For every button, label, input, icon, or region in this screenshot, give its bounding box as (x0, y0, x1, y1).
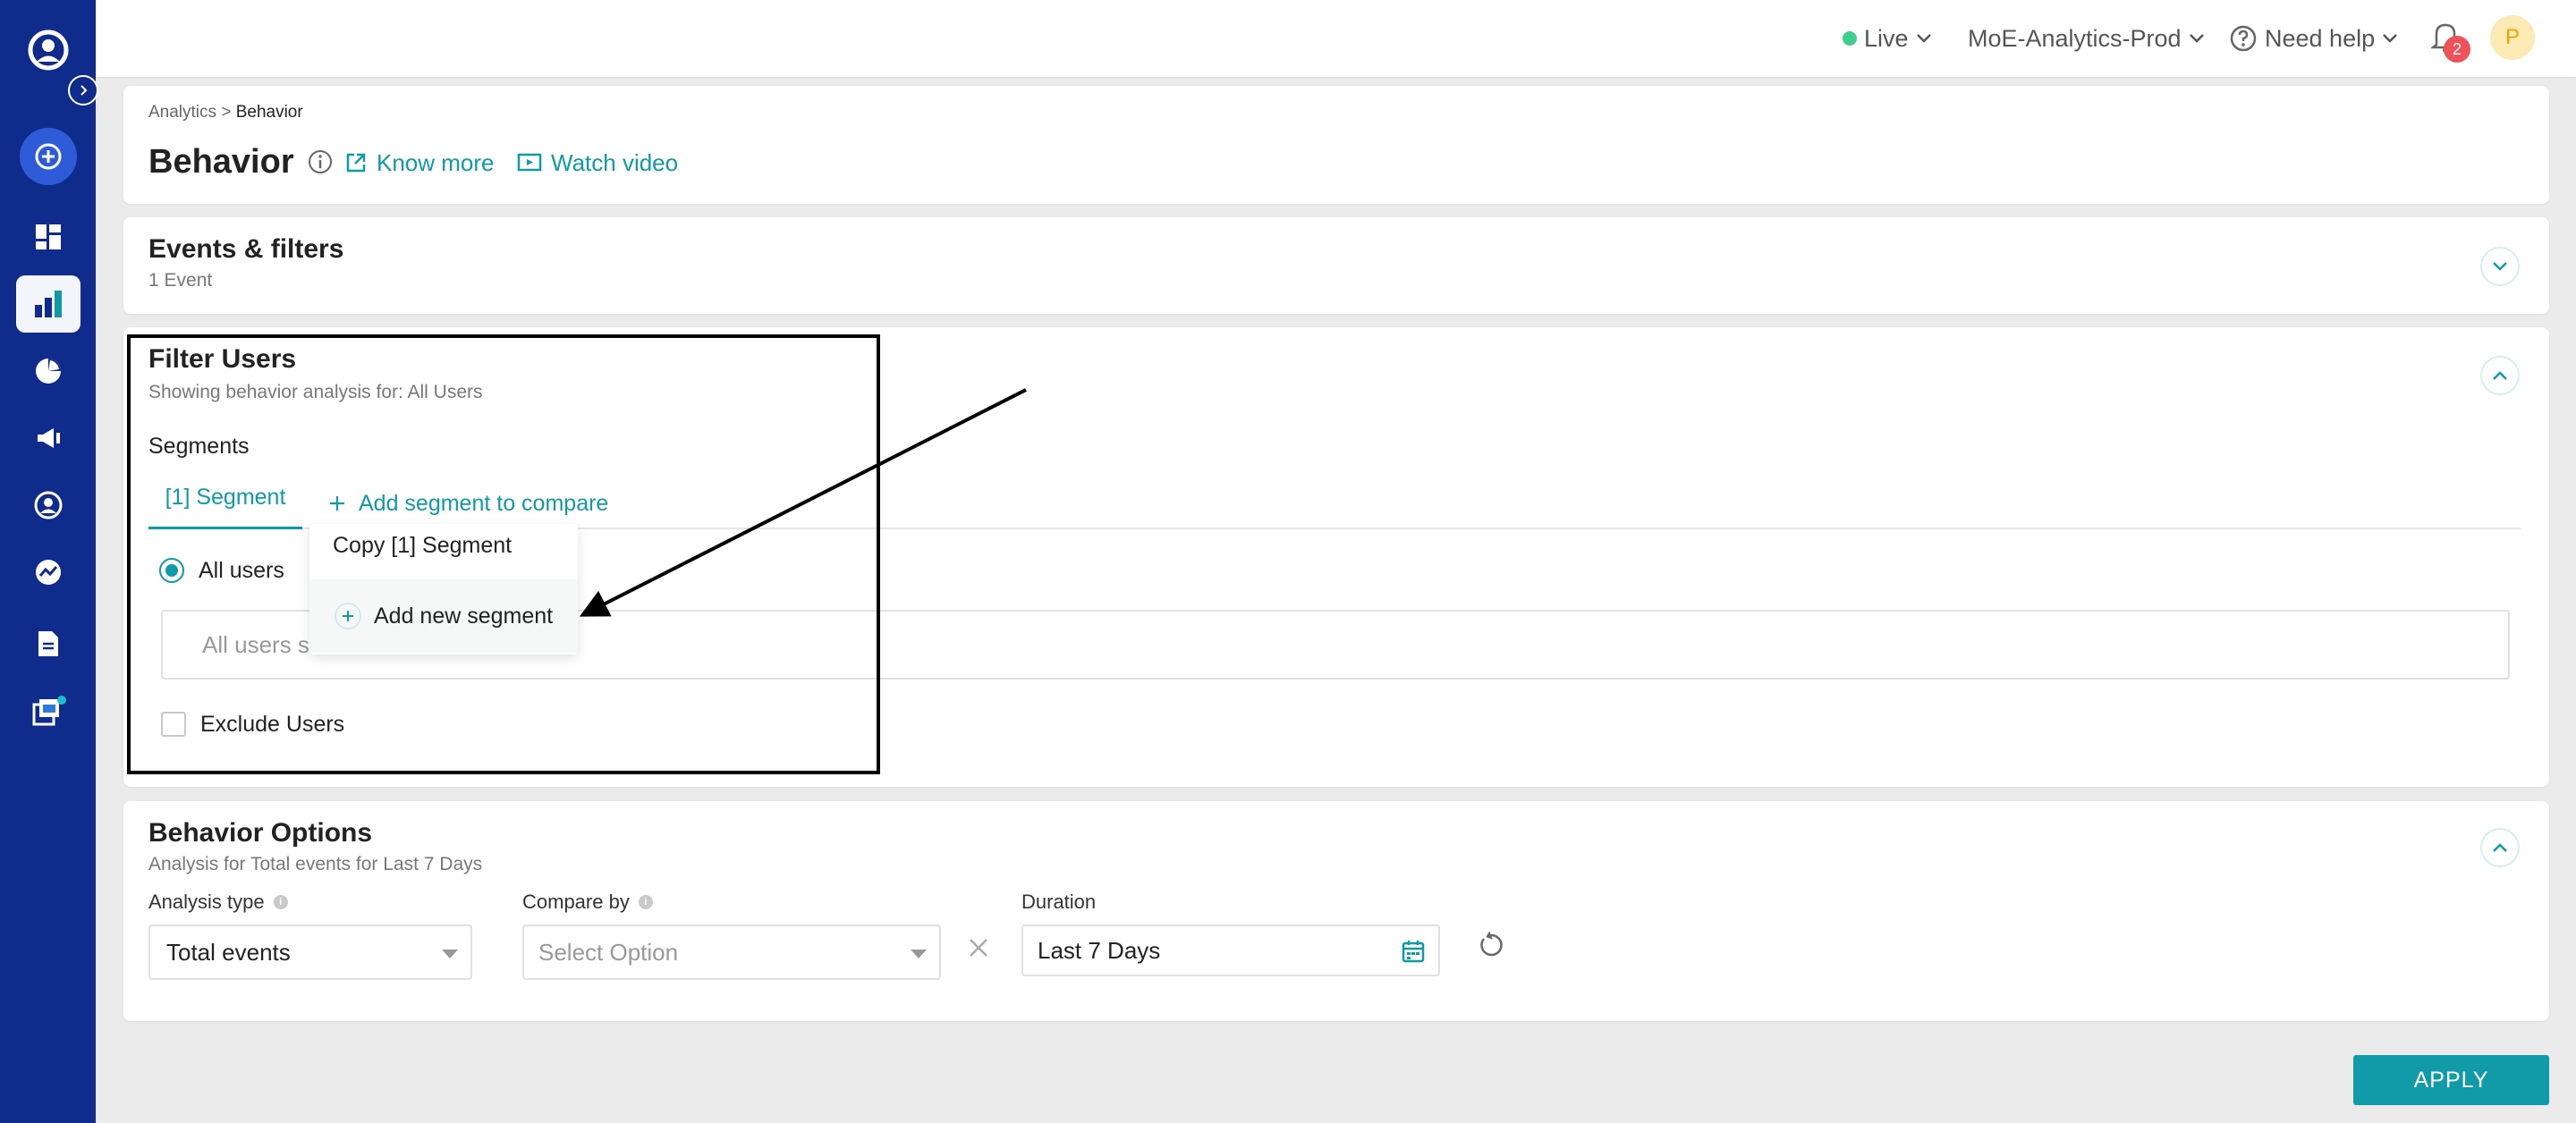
close-icon (970, 939, 987, 957)
duration-picker[interactable]: Last 7 Days (1021, 925, 1440, 976)
analysis-type-label-text: Analysis type (148, 891, 265, 913)
calendar-icon[interactable] (1401, 939, 1426, 964)
compare-by-placeholder: Select Option (538, 938, 679, 966)
collapse-behavior-options-button[interactable] (2480, 828, 2520, 867)
analysis-type-select[interactable]: Total events (148, 925, 472, 980)
behavior-options-title: Behavior Options (148, 818, 373, 848)
behavior-options-card (123, 801, 2549, 1021)
apply-button[interactable]: APPLY (2353, 1055, 2549, 1105)
behavior-options-subtitle: Analysis for Total events for Last 7 Day… (148, 854, 483, 874)
compare-by-label: Compare by i (522, 891, 653, 914)
chevron-up-icon (2493, 843, 2507, 852)
duration-label: Duration (1021, 891, 1097, 913)
caret-down-icon (911, 950, 927, 958)
analysis-type-label: Analysis type i (148, 891, 288, 914)
clear-compare-button[interactable] (966, 935, 991, 960)
info-icon[interactable]: i (273, 895, 288, 909)
info-icon[interactable]: i (638, 895, 653, 909)
refresh-icon (1480, 931, 1503, 957)
analysis-type-value: Total events (166, 938, 291, 966)
caret-down-icon (442, 950, 458, 958)
compare-by-select[interactable]: Select Option (522, 925, 941, 980)
compare-by-label-text: Compare by (522, 891, 630, 913)
duration-value: Last 7 Days (1038, 936, 1161, 964)
reset-button[interactable] (1476, 930, 1506, 960)
